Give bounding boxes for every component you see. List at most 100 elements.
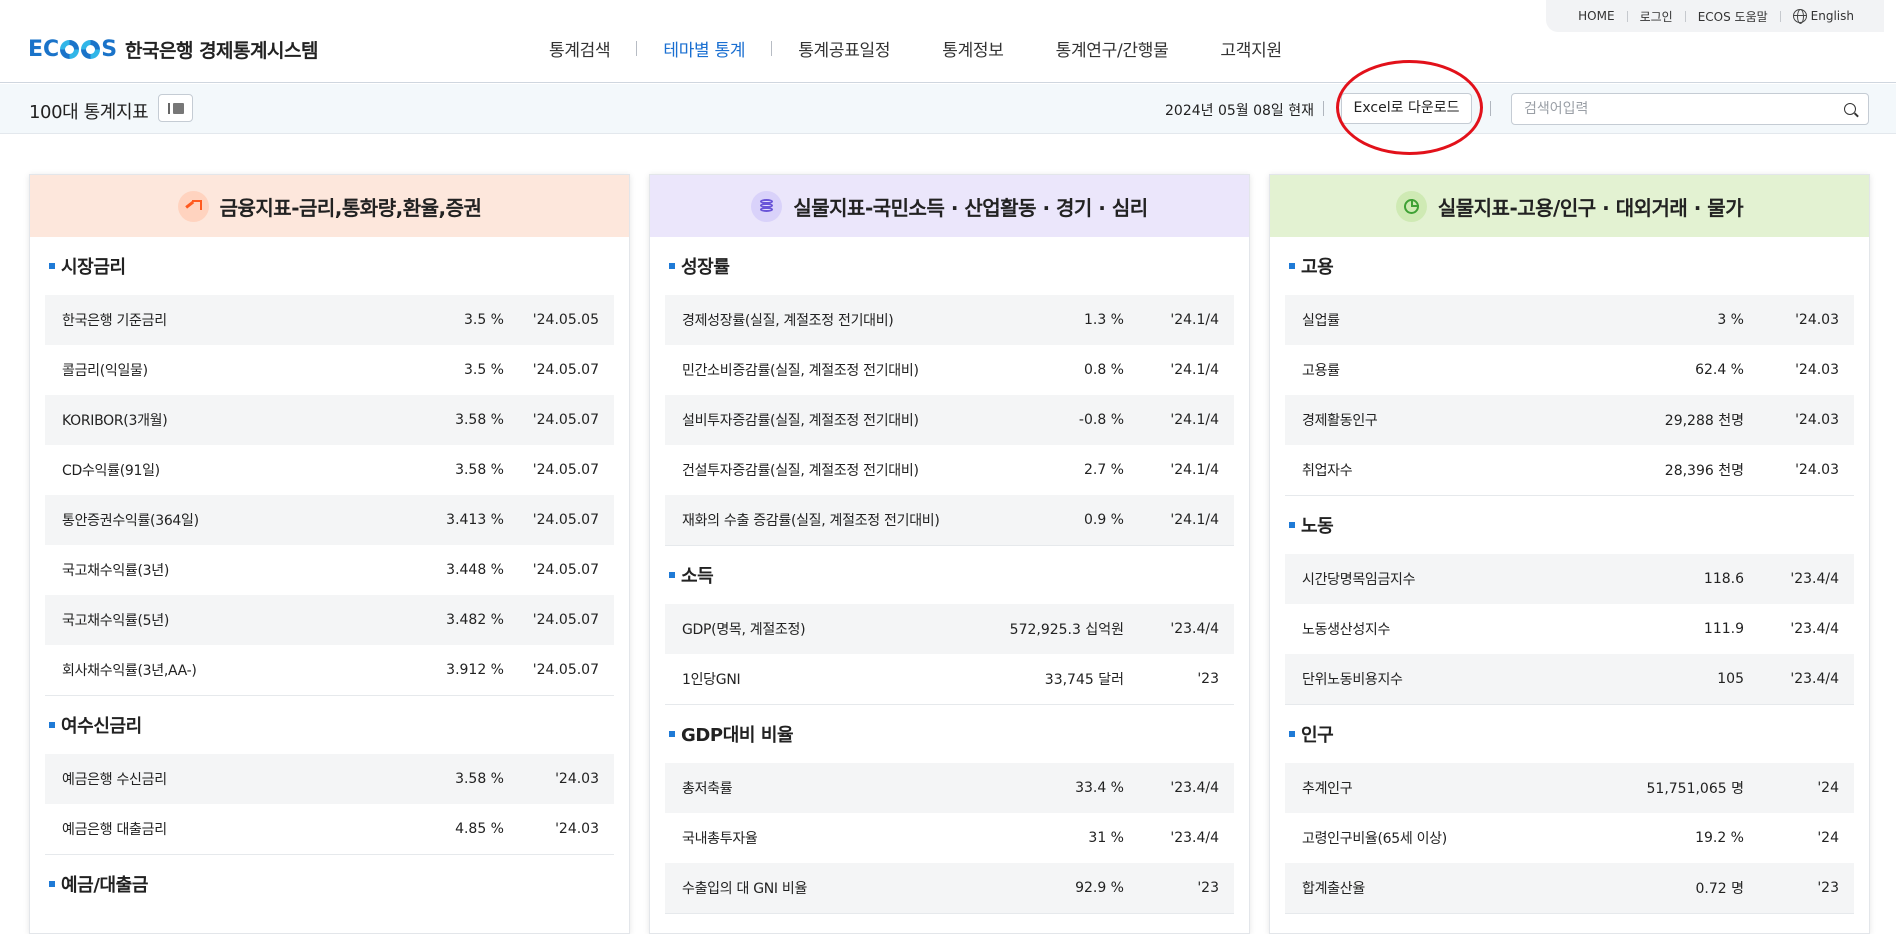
site-logo[interactable]: EC S 한국은행 경제통계시스템 <box>28 36 318 63</box>
indicator-value: 19.2 % <box>1695 830 1744 846</box>
indicator-name: 회사채수익률(3년,AA-) <box>62 663 197 679</box>
search-box <box>1511 93 1869 125</box>
indicator-row[interactable]: 추계인구 51,751,065 명 '24 <box>1285 763 1854 813</box>
bullet-square-icon <box>1289 522 1295 528</box>
indicator-row[interactable]: 국내총투자율 31 % '23.4/4 <box>665 813 1234 863</box>
indicator-name: 국고채수익률(5년) <box>62 613 169 629</box>
indicator-date: '24.05.07 <box>532 362 599 378</box>
indicator-row[interactable]: 취업자수 28,396 천명 '24.03 <box>1285 445 1854 495</box>
indicator-date: '24.05.07 <box>532 412 599 428</box>
indicator-row[interactable]: 국고채수익률(3년) 3.448 % '24.05.07 <box>45 545 614 595</box>
indicator-row[interactable]: 시간당명목임금지수 118.6 '23.4/4 <box>1285 554 1854 604</box>
indicator-name: 콜금리(익일물) <box>62 363 148 379</box>
indicator-row[interactable]: 단위노동비용지수 105 '23.4/4 <box>1285 654 1854 704</box>
nav-theme-stats[interactable]: 테마별 통계 <box>637 36 771 61</box>
bullet-square-icon <box>49 263 55 269</box>
indicator-value: 62.4 % <box>1695 362 1744 378</box>
indicator-list: 경제성장률(실질, 계절조정 전기대비) 1.3 % '24.1/4 민간소비증감률(… <box>665 295 1234 546</box>
indicator-value: 3.58 % <box>455 462 504 478</box>
section-title: 시장금리 <box>61 257 126 278</box>
indicator-name: 1인당GNI <box>682 672 741 688</box>
nav-stat-search[interactable]: 통계검색 <box>523 36 636 61</box>
indicator-value: 0.72 명 <box>1695 881 1744 897</box>
indicator-name: 취업자수 <box>1302 463 1353 479</box>
indicator-date: '24.05.07 <box>532 462 599 478</box>
card-view-icon <box>173 103 184 114</box>
indicator-date: '24.05.07 <box>532 562 599 578</box>
sub-toolbar: 100대 통계지표 2024년 05월 08일 현재 Excel로 다운로드 <box>0 84 1896 134</box>
section-title: 여수신금리 <box>61 716 142 737</box>
excel-download-button[interactable]: Excel로 다운로드 <box>1341 93 1472 124</box>
indicator-date: '24.1/4 <box>1170 312 1219 328</box>
indicator-row[interactable]: 한국은행 기준금리 3.5 % '24.05.05 <box>45 295 614 345</box>
indicator-date: '24.03 <box>1795 312 1839 328</box>
indicator-date: '23 <box>1197 880 1219 896</box>
indicator-value: 3.58 % <box>455 412 504 428</box>
indicator-row[interactable]: 1인당GNI 33,745 달러 '23 <box>665 654 1234 704</box>
indicator-value: 29,288 천명 <box>1664 413 1744 429</box>
logo-ring-icon <box>81 40 101 59</box>
nav-release-schedule[interactable]: 통계공표일정 <box>772 36 916 61</box>
indicator-row[interactable]: 고령인구비율(65세 이상) 19.2 % '24 <box>1285 813 1854 863</box>
indicator-value: -0.8 % <box>1078 412 1124 428</box>
indicator-row[interactable]: 민간소비증감률(실질, 계절조정 전기대비) 0.8 % '24.1/4 <box>665 345 1234 395</box>
indicator-row[interactable]: 건설투자증감률(실질, 계절조정 전기대비) 2.7 % '24.1/4 <box>665 445 1234 495</box>
bullet-square-icon <box>49 722 55 728</box>
indicator-name: 추계인구 <box>1302 781 1353 797</box>
home-link[interactable]: HOME <box>1566 9 1626 23</box>
indicator-name: 예금은행 대출금리 <box>62 822 167 838</box>
indicator-row[interactable]: 통안증권수익률(364일) 3.413 % '24.05.07 <box>45 495 614 545</box>
indicator-row[interactable]: 고용률 62.4 % '24.03 <box>1285 345 1854 395</box>
indicator-row[interactable]: 총저축률 33.4 % '23.4/4 <box>665 763 1234 813</box>
indicator-name: 노동생산성지수 <box>1302 622 1391 638</box>
indicator-value: 1.3 % <box>1083 312 1124 328</box>
panel-title: 실물지표-고용/인구 · 대외거래 · 물가 <box>1437 195 1744 220</box>
indicator-row[interactable]: 예금은행 대출금리 4.85 % '24.03 <box>45 804 614 854</box>
login-link[interactable]: 로그인 <box>1628 8 1685 25</box>
panel-body: 시장금리한국은행 기준금리 3.5 % '24.05.05 콜금리(익일물) 3.5 %… <box>30 237 629 913</box>
indicator-name: 수출입의 대 GNI 비율 <box>682 881 808 897</box>
nav-support[interactable]: 고객지원 <box>1194 36 1307 61</box>
indicator-row[interactable]: 재화의 수출 증감률(실질, 계절조정 전기대비) 0.9 % '24.1/4 <box>665 495 1234 545</box>
indicator-name: 국내총투자율 <box>682 831 758 847</box>
indicator-row[interactable]: 노동생산성지수 111.9 '23.4/4 <box>1285 604 1854 654</box>
indicator-name: 고령인구비율(65세 이상) <box>1302 831 1447 847</box>
ecos-logo-mark: EC S <box>28 37 118 62</box>
nav-research[interactable]: 통계연구/간행물 <box>1030 36 1195 61</box>
indicator-row[interactable]: 수출입의 대 GNI 비율 92.9 % '23 <box>665 863 1234 913</box>
indicator-row[interactable]: CD수익률(91일) 3.58 % '24.05.07 <box>45 445 614 495</box>
indicator-row[interactable]: 회사채수익률(3년,AA-) 3.912 % '24.05.07 <box>45 645 614 695</box>
section-heading: GDP대비 비율 <box>665 705 1234 763</box>
indicator-date: '24.1/4 <box>1170 462 1219 478</box>
indicator-row[interactable]: 설비투자증감률(실질, 계절조정 전기대비) -0.8 % '24.1/4 <box>665 395 1234 445</box>
indicator-value: 33,745 달러 <box>1044 672 1124 688</box>
indicator-row[interactable]: 합계출산율 0.72 명 '23 <box>1285 863 1854 913</box>
view-toggle-button[interactable] <box>158 94 193 122</box>
indicator-date: '24.05.05 <box>532 312 599 328</box>
indicator-date: '23.4/4 <box>1790 571 1839 587</box>
indicator-row[interactable]: KORIBOR(3개월) 3.58 % '24.05.07 <box>45 395 614 445</box>
logo-ring-icon <box>60 40 80 59</box>
section-title: 노동 <box>1301 516 1334 537</box>
indicator-date: '24 <box>1817 780 1839 796</box>
section-heading: 여수신금리 <box>45 696 614 754</box>
search-input[interactable] <box>1524 94 1824 124</box>
indicator-row[interactable]: 경제성장률(실질, 계절조정 전기대비) 1.3 % '24.1/4 <box>665 295 1234 345</box>
english-link[interactable]: English <box>1781 9 1866 24</box>
indicator-row[interactable]: 경제활동인구 29,288 천명 '24.03 <box>1285 395 1854 445</box>
indicator-row[interactable]: 실업률 3 % '24.03 <box>1285 295 1854 345</box>
nav-stat-info[interactable]: 통계정보 <box>916 36 1029 61</box>
help-link[interactable]: ECOS 도움말 <box>1686 8 1780 25</box>
trend-up-icon <box>177 190 209 222</box>
indicator-row[interactable]: GDP(명목, 계절조정) 572,925.3 십억원 '23.4/4 <box>665 604 1234 654</box>
search-icon[interactable] <box>1844 103 1856 115</box>
list-view-icon <box>168 103 170 114</box>
indicator-row[interactable]: 예금은행 수신금리 3.58 % '24.03 <box>45 754 614 804</box>
indicator-row[interactable]: 국고채수익률(5년) 3.482 % '24.05.07 <box>45 595 614 645</box>
indicator-name: 고용률 <box>1302 363 1340 379</box>
indicator-name: CD수익률(91일) <box>62 463 160 479</box>
bullet-square-icon <box>669 731 675 737</box>
indicator-name: 재화의 수출 증감률(실질, 계절조정 전기대비) <box>682 513 940 529</box>
main-nav: 통계검색 테마별 통계 통계공표일정 통계정보 통계연구/간행물 고객지원 <box>523 36 1308 61</box>
indicator-row[interactable]: 콜금리(익일물) 3.5 % '24.05.07 <box>45 345 614 395</box>
